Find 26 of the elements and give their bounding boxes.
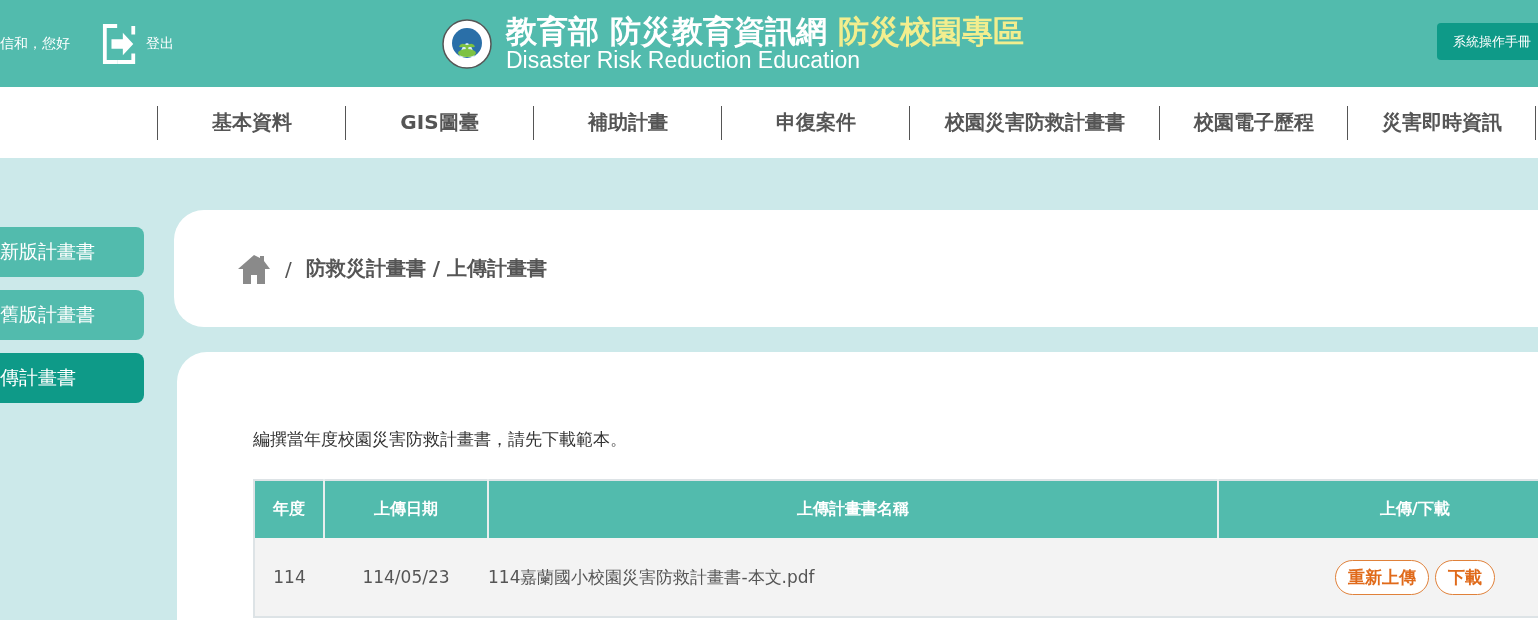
column-header: 上傳/下載 — [1218, 480, 1538, 538]
column-header: 上傳計畫書名稱 — [488, 480, 1218, 538]
nav-link[interactable]: 災害即時資訊 — [1348, 109, 1535, 136]
nav-link[interactable]: GIS圖臺 — [346, 109, 533, 136]
manual-button[interactable]: 系統操作手冊 — [1437, 23, 1538, 60]
greeting-text: 信和，您好 — [0, 34, 71, 53]
breadcrumb-path: 防救災計畫書 / 上傳計畫書 — [305, 255, 547, 282]
site-subtitle: Disaster Risk Reduction Education — [506, 48, 861, 72]
column-header: 上傳日期 — [324, 480, 488, 538]
table-cell: 114嘉蘭國小校園災害防救計畫書-本文.pdf — [488, 538, 1218, 617]
site-title: 教育部 防災教育資訊網 — [506, 12, 827, 49]
ministry-seal-icon — [442, 18, 492, 69]
zone-title: 防災校園專區 — [837, 12, 1024, 49]
nav-link[interactable]: 校園電子歷程 — [1160, 109, 1347, 136]
table-cell: 114/05/23 — [324, 538, 488, 617]
nav-link[interactable]: 校園災害防救計畫書 — [910, 109, 1159, 136]
table-cell: 114 — [254, 538, 324, 617]
home-icon[interactable] — [237, 253, 271, 284]
sidebar-item[interactable]: 傳計畫書 — [0, 353, 144, 403]
intro-text: 編撰當年度校園災害防救計畫書，請先下載範本。 — [253, 428, 628, 451]
column-header: 年度 — [254, 480, 324, 538]
nav-link[interactable]: 基本資料 — [158, 109, 345, 136]
nav-link[interactable]: 申復案件 — [722, 109, 909, 136]
breadcrumb-separator: / — [285, 256, 292, 281]
logout-icon — [102, 23, 138, 64]
nav-link[interactable]: 補助計畫 — [534, 109, 721, 136]
